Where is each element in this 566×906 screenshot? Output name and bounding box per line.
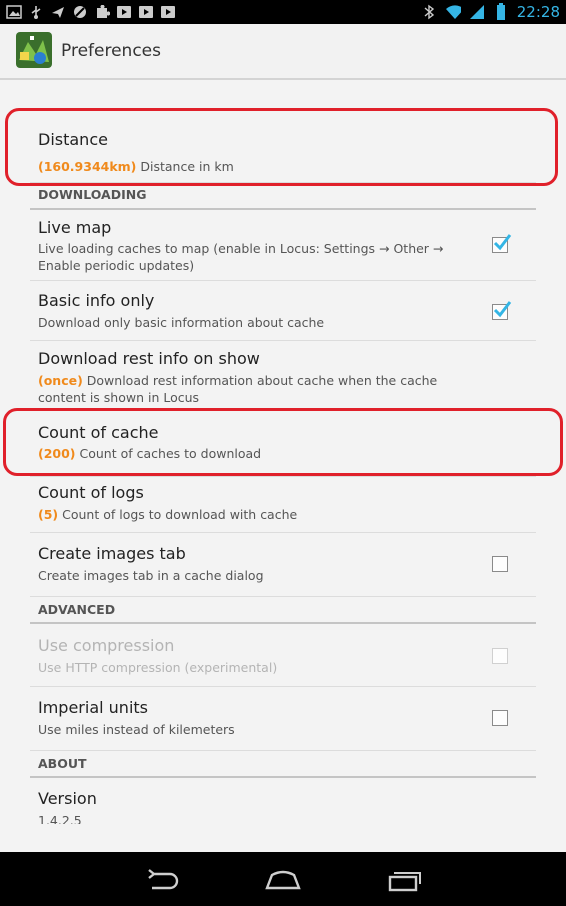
pref-summary: Create images tab in a cache dialog [38,568,264,583]
live-map-checkbox[interactable] [492,234,512,253]
pref-summary: Live loading caches to map (enable in Lo… [38,241,444,273]
pref-value: (5) [38,507,59,522]
category-about: ABOUT [30,750,536,778]
clock: 22:28 [516,3,560,21]
pref-title: Download rest info on show [38,349,260,368]
back-button[interactable] [142,866,182,894]
puzzle-icon [94,4,110,19]
battery-icon [493,3,509,20]
category-advanced: ADVANCED [30,596,536,624]
play-icon [160,4,176,19]
pref-title: Count of logs [38,483,144,502]
highlight-count-of-cache [3,408,563,476]
pref-images-tab[interactable]: Create images tab Create images tab in a… [30,532,536,597]
block-icon [72,4,88,19]
pref-title: Basic info only [38,291,155,310]
wifi-icon [445,5,461,20]
pref-summary: Use HTTP compression (experimental) [38,660,278,675]
play-icon [116,4,132,19]
pref-summary: (once) Download rest information about c… [38,372,478,406]
imperial-units-checkbox[interactable] [492,710,508,726]
pref-download-rest[interactable]: Download rest info on show (once) Downlo… [30,340,536,409]
usb-icon [28,4,44,19]
recent-apps-button[interactable] [384,866,424,894]
back-icon [148,869,179,890]
pref-summary-text: Download rest information about cache wh… [38,373,438,405]
basic-info-checkbox[interactable] [492,301,512,320]
highlight-distance [5,108,558,186]
list-fade [0,824,566,852]
pref-summary-text: Count of logs to download with cache [58,507,298,522]
app-logo-icon[interactable] [16,32,52,68]
pref-title: Create images tab [38,544,186,563]
pref-summary: Download only basic information about ca… [38,315,325,330]
category-downloading: DOWNLOADING [30,182,536,210]
pref-title: Use compression [38,636,175,655]
image-icon [6,4,22,19]
recent-apps-icon [388,872,421,892]
pref-count-logs[interactable]: Count of logs (5) Count of logs to downl… [30,476,536,533]
pref-title: Live map [38,218,112,237]
pref-summary: (5) Count of logs to download with cache [38,506,478,523]
category-label: DOWNLOADING [38,187,147,202]
category-label: ADVANCED [38,602,116,617]
action-bar: Preferences [0,24,566,80]
compression-checkbox [492,648,508,664]
checkmark-icon [493,234,512,251]
bluetooth-icon [421,4,437,20]
home-icon [265,870,301,890]
pref-basic-info[interactable]: Basic info only Download only basic info… [30,280,536,341]
pref-imperial-units[interactable]: Imperial units Use miles instead of kile… [30,686,536,751]
pref-live-map[interactable]: Live map Live loading caches to map (ena… [30,210,536,281]
home-button[interactable] [263,866,303,894]
notification-icons [6,4,176,19]
page-title: Preferences [61,41,161,61]
play-icon [138,4,154,19]
pref-summary: Use miles instead of kilemeters [38,722,235,737]
pref-value: (once) [38,373,83,388]
images-tab-checkbox[interactable] [492,556,508,572]
signal-icon [469,5,485,20]
pref-use-compression: Use compression Use HTTP compression (ex… [30,624,536,687]
pref-title: Version [38,789,97,808]
checkmark-icon [493,301,512,318]
status-bar: 22:28 [0,0,566,24]
airplane-icon [50,4,66,19]
navigation-bar [0,852,566,906]
category-label: ABOUT [38,756,87,771]
pref-title: Imperial units [38,698,148,717]
